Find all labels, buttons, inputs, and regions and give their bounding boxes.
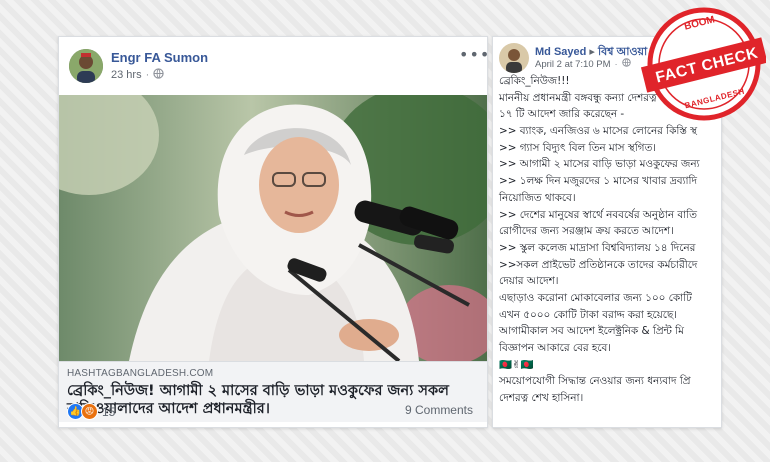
post-time[interactable]: 23 hrs [111, 69, 142, 81]
link-domain: HASHTAGBANGLADESH.COM [67, 368, 214, 379]
post-body-line: >> আগামী ২ মাসের বাড়ি ভাড়া মওকুফের জন্… [499, 158, 700, 171]
post-body-line: এখন ৫০০০ কোটি টাকা বরাদ্দ করা হয়েছে। [499, 308, 677, 321]
reaction-summary[interactable]: 👍 😡 15 [67, 403, 115, 420]
post-body-line: আগামীকাল সব আদেশ ইলেক্ট্রনিক & প্রিন্ট ম… [499, 325, 684, 338]
reaction-count: 15 [102, 404, 116, 419]
post-body-line: দেশরত্ন শেখ হাসিনা। [499, 392, 584, 405]
author-avatar[interactable] [69, 49, 103, 83]
post-body-line: >> দেশের মানুষের স্বার্থে নববর্ষের অনুষ্… [499, 208, 697, 221]
play-triangle-icon: ▸ [589, 46, 595, 58]
author-avatar[interactable] [499, 43, 529, 73]
post-body-line: >>সকল প্রাইভেট প্রতিষ্ঠানকে তাদের কর্মচা… [499, 258, 698, 271]
angry-icon: 😡 [81, 403, 98, 420]
post-body-line: >> ১লক্ষ দিন মজুরদের ১ মাসের খাবার দ্রব্… [499, 175, 697, 188]
link-preview-image[interactable] [59, 75, 487, 365]
post-body-line: >> গ্যাস বিদ্যুৎ বিল তিন মাস স্থগিত। [499, 141, 656, 154]
author-name[interactable]: Md Sayed [535, 46, 586, 58]
author-name[interactable]: Engr FA Sumon [111, 50, 208, 65]
comment-count-link[interactable]: 9 Comments [405, 403, 473, 417]
more-options-icon[interactable]: ••• [459, 45, 487, 64]
post-body-line: 🇧🇩✌🇧🇩 [499, 358, 534, 371]
globe-icon [621, 58, 631, 70]
post-body-line: বিজ্ঞাপন আকারে বের হবে। [499, 342, 612, 354]
post-body-line: নিয়োজিত থাকবে। [499, 191, 576, 204]
globe-icon [153, 68, 164, 82]
post-body-line: >> স্কুল কলেজ মাদ্রাসা বিশ্ববিদ্যালয় ১৪… [499, 241, 696, 254]
post-time[interactable]: April 2 at 7:10 PM [535, 59, 611, 70]
post-body-line: এছাড়াও করোনা মোকাবেলার জন্য ১০০ কোটি [499, 291, 692, 304]
post-body-line: >> ব্যাংক, এনজিওর ৬ মাসের লোনের কিস্তি স… [499, 125, 698, 138]
post-body-line: দেয়ার আদেশ। [499, 275, 559, 288]
post-body-line: সময়োপযোগী সিদ্ধান্ত নেওয়ার জন্য ধন্যবা… [499, 375, 691, 388]
fact-check-stamp: BOOM FACT CHECK BANGLADESH [640, 6, 768, 126]
post-body-line: রোগীদের জন্য সরঞ্জাম ক্রয় করতে আদেশ। [499, 225, 674, 238]
post-card-sumon: Engr FA Sumon 23 hrs · ••• HASHTAGBANGLA… [58, 36, 488, 428]
